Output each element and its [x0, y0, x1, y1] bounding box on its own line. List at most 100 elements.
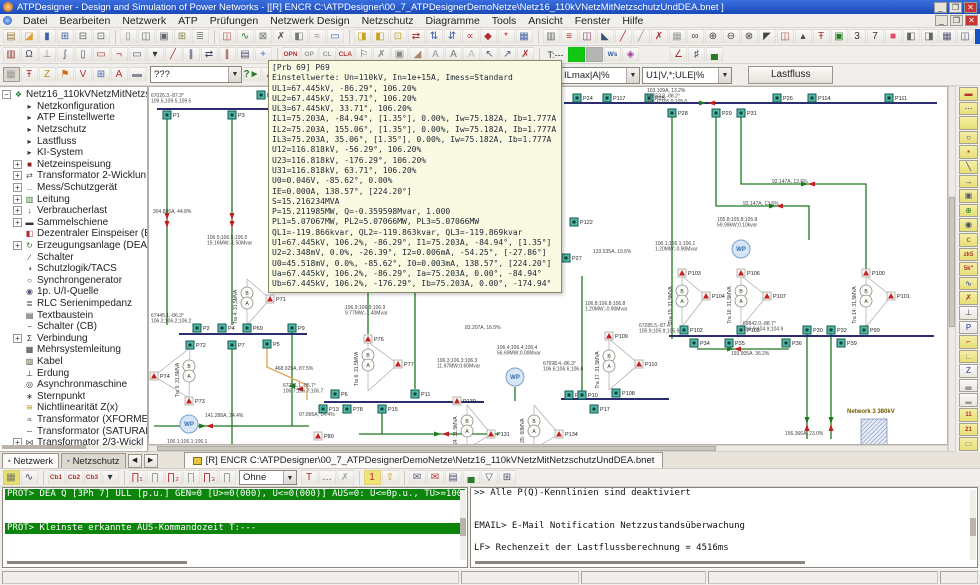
tree-item-sternpunkt[interactable]: ∗Sternpunkt — [2, 390, 147, 402]
shrink-horizontal-icon[interactable]: ◧ — [903, 29, 920, 44]
impedance-z-icon[interactable]: Z — [39, 67, 56, 82]
el-line-nodes-icon[interactable]: ⋯ — [959, 102, 978, 116]
more-options-icon[interactable]: … — [319, 470, 336, 485]
draw-line-icon[interactable]: ╱ — [615, 29, 632, 44]
run-query-button[interactable]: ?► — [243, 67, 261, 82]
breaker-cb1-icon[interactable]: Cb1 — [48, 470, 65, 485]
chevron-down-icon[interactable]: ▼ — [718, 68, 731, 83]
chart-tool-1-icon[interactable]: ∠ — [670, 47, 687, 62]
external-network-symbol[interactable] — [861, 419, 887, 445]
plot-window-icon[interactable]: ⊠ — [255, 29, 272, 44]
branch-down-icon[interactable]: ⇵ — [444, 29, 461, 44]
expand-icon[interactable]: + — [13, 195, 22, 204]
parallel-lines-icon[interactable]: ∥ — [183, 47, 200, 62]
cells-view-icon[interactable]: ▦ — [939, 29, 956, 44]
el-cable-icon[interactable]: c — [959, 233, 978, 247]
chart-tool-3-icon[interactable]: ▄ — [706, 47, 723, 62]
busbar-tool-icon[interactable]: ▥ — [3, 47, 20, 62]
short-circuit-isc-icon[interactable]: ≡ — [561, 29, 578, 44]
paste-icon[interactable]: ▣ — [156, 29, 173, 44]
node-insert-icon[interactable]: ▣ — [831, 29, 848, 44]
menu-pr-fungen[interactable]: Prüfungen — [204, 14, 264, 28]
tools-icon[interactable]: ✗ — [273, 29, 290, 44]
mdi-restore-button[interactable]: ❐ — [950, 15, 963, 26]
el-ramp-11-icon[interactable]: 11 — [959, 408, 978, 422]
mdi-minimize-button[interactable]: _ — [935, 15, 948, 26]
plot-curves-icon[interactable]: ∿ — [237, 29, 254, 44]
swap-horizontal-icon[interactable]: ⇄ — [201, 47, 218, 62]
help-icon[interactable]: ? — [975, 29, 980, 44]
sync-compare-icon[interactable]: ≈ — [309, 29, 326, 44]
email-alert-icon[interactable]: ✉ — [427, 470, 444, 485]
tree-item-schutzlogik-tacs[interactable]: ◑Schutzlogik/TACS — [2, 263, 147, 275]
comment-icon[interactable]: ▭ — [327, 29, 344, 44]
tree-item-erdung[interactable]: ⊥Erdung — [2, 367, 147, 379]
raise-priority-icon[interactable]: ⇧ — [382, 470, 399, 485]
breaker-dropdown-icon[interactable]: ▾ — [102, 470, 119, 485]
minimize-button[interactable]: _ — [934, 2, 947, 13]
stamp-icon[interactable]: ≣ — [192, 29, 209, 44]
switch-3ph-1-icon[interactable]: ∏₁ — [129, 470, 146, 485]
message-console[interactable]: >> Alle P(Q)-Kennlinien sind deaktiviert… — [470, 487, 978, 568]
tab-netzschutz[interactable]: ▪Netzschutz — [61, 453, 125, 468]
tree-item-verbraucherlast[interactable]: +↓Verbraucherlast — [2, 205, 147, 217]
net-compare-icon[interactable]: ▤ — [237, 47, 254, 62]
zoom-window-icon[interactable]: ⊗ — [741, 29, 758, 44]
open-network-icon[interactable]: ◪ — [21, 29, 38, 44]
canvas-horizontal-scrollbar[interactable] — [148, 445, 948, 452]
tab-next-button[interactable]: ▶ — [144, 454, 158, 468]
tab-netzwerk[interactable]: ▪Netzwerk — [2, 453, 59, 468]
breaker-cb3-icon[interactable]: Cb3 — [84, 470, 101, 485]
protection-settings-icon[interactable]: Ŧ — [21, 67, 38, 82]
expand-icon[interactable]: + — [13, 241, 22, 250]
report-view-icon[interactable]: ▤ — [445, 470, 462, 485]
switch-3ph-3-icon[interactable]: ∏₃ — [201, 470, 218, 485]
select-arrow-icon[interactable]: ◤ — [759, 29, 776, 44]
flag-marker-icon[interactable]: ⚑ — [57, 67, 74, 82]
print-icon[interactable]: ⊟ — [75, 29, 92, 44]
el-ramp-2-icon[interactable]: ▂ — [959, 393, 978, 407]
tree-item-textbaustein[interactable]: ▤Textbaustein — [2, 309, 147, 321]
el-zp-icon[interactable]: Z — [959, 364, 978, 378]
scrollbar-thumb[interactable] — [949, 197, 955, 327]
console-vertical-scrollbar[interactable] — [970, 490, 976, 560]
paste-network-icon[interactable]: ▤ — [3, 29, 20, 44]
scrollbar-thumb[interactable] — [2, 445, 86, 449]
scrollbar-thumb[interactable] — [460, 518, 466, 536]
voltage-marker-icon[interactable]: V — [75, 67, 92, 82]
grid-view-icon[interactable]: ▦ — [669, 29, 686, 44]
tree-item-netzschutz[interactable]: ▸Netzschutz — [2, 124, 147, 136]
draw-line-thin-icon[interactable]: ╱ — [633, 29, 650, 44]
chevron-down-icon[interactable]: ▼ — [626, 68, 639, 83]
draw-connection-icon[interactable]: ╱ — [165, 47, 182, 62]
component-config-icon[interactable]: ◧ — [291, 29, 308, 44]
switch-1-icon[interactable]: ∏ — [147, 470, 164, 485]
ws-button-icon[interactable]: Ws — [604, 47, 621, 62]
tree-item-leitung[interactable]: +▥Leitung — [2, 193, 147, 205]
menu-datei[interactable]: Datei — [17, 14, 54, 28]
state-gray-swatch-icon[interactable] — [586, 47, 603, 62]
maximize-button[interactable]: ❐ — [949, 2, 962, 13]
save-all-icon[interactable]: ⊞ — [57, 29, 74, 44]
menu-atp[interactable]: ATP — [172, 14, 204, 28]
relay-marker-1-icon[interactable]: ◨ — [354, 29, 371, 44]
branch-up-icon[interactable]: ⇅ — [426, 29, 443, 44]
menu-diagramme[interactable]: Diagramme — [420, 14, 486, 28]
console-horizontal-scrollbar[interactable] — [475, 561, 805, 564]
el-add-icon[interactable]: ⊕ — [959, 204, 978, 218]
warn-level-1-icon[interactable]: 1 — [364, 470, 381, 485]
tree-item-transformator-xformei[interactable]: ∝Transformator (XFORMEI — [2, 414, 147, 426]
swap-direction-icon[interactable]: ⇄ — [408, 29, 425, 44]
matrix-icon[interactable]: ▥ — [543, 29, 560, 44]
tree-item-atp-einstellwerte[interactable]: ▸ATP Einstellwerte — [2, 112, 147, 124]
voltage-display-combo[interactable]: U1|V,*;ULE|% ▼ — [642, 67, 732, 84]
expand-icon[interactable]: + — [13, 183, 22, 192]
shrink-vertical-icon[interactable]: ◨ — [921, 29, 938, 44]
mdi-close-button[interactable]: ✕ — [965, 15, 978, 26]
tree-item-rlc-serienimpedanz[interactable]: ≣RLC Serienimpedanz — [2, 298, 147, 310]
print-preview-icon[interactable]: ⊡ — [93, 29, 110, 44]
window-diagram-icon[interactable]: ◫ — [219, 29, 236, 44]
power-line[interactable] — [741, 117, 866, 269]
tab-prev-button[interactable]: ◀ — [128, 454, 142, 468]
menu-netzwerk-design[interactable]: Netzwerk Design — [264, 14, 355, 28]
